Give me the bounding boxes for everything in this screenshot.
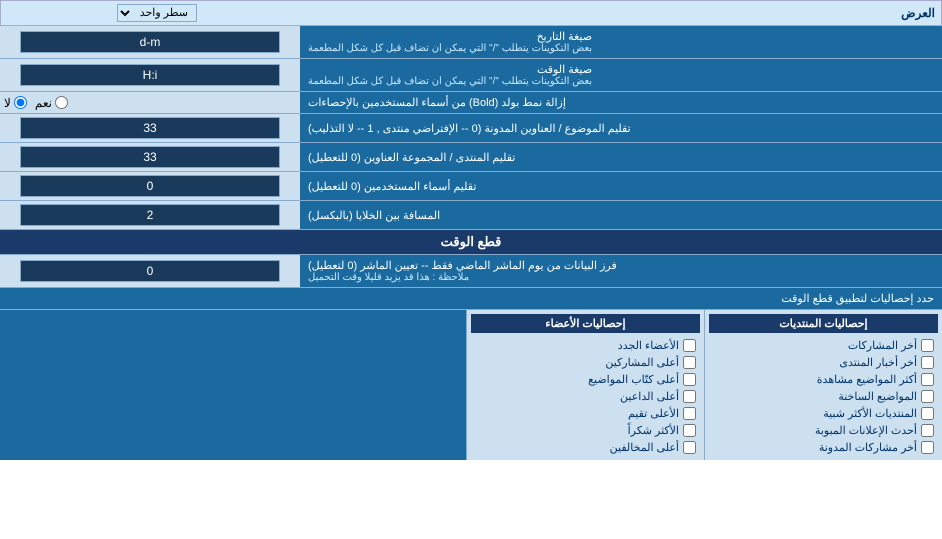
stats-columns: إحصاليات المنتديات أخر المشاركات أخر أخب… — [0, 310, 942, 460]
time-format-label: صيغة الوقت بعض التكوينات يتطلب "/" التي … — [300, 59, 942, 91]
header-label: العرض — [307, 6, 935, 20]
bold-remove-row: إزالة نمط بولد (Bold) من أسماء المستخدمي… — [0, 92, 942, 114]
stat-member-checkbox-7[interactable] — [683, 441, 696, 454]
stats-apply-header: حدد إحصاليات لتطبيق قطع الوقت — [0, 288, 942, 310]
date-format-input[interactable] — [20, 31, 280, 53]
time-cut-header: قطع الوقت — [0, 230, 942, 255]
forum-sort-label: تقليم المنتدى / المجموعة العناوين (0 للت… — [300, 143, 942, 171]
stat-item-1: أخر المشاركات — [709, 337, 938, 354]
stat-member-checkbox-3[interactable] — [683, 373, 696, 386]
stat-member-item-7: أعلى المخالفين — [471, 439, 700, 456]
stat-item-4: المواضيع الساخنة — [709, 388, 938, 405]
stat-member-checkbox-1[interactable] — [683, 339, 696, 352]
stat-member-checkbox-4[interactable] — [683, 390, 696, 403]
cell-spacing-row: المسافة بين الخلايا (بالبكسل) — [0, 201, 942, 230]
top-header-row: العرض سطر واحد سطرين ثلاثة أسطر — [0, 0, 942, 26]
stat-member-checkbox-2[interactable] — [683, 356, 696, 369]
display-mode-dropdown[interactable]: سطر واحد سطرين ثلاثة أسطر — [117, 4, 197, 22]
stat-item-2: أخر أخبار المنتدى — [709, 354, 938, 371]
stat-checkbox-4[interactable] — [921, 390, 934, 403]
stat-member-item-6: الأكثر شكراً — [471, 422, 700, 439]
cell-spacing-input-cell — [0, 201, 300, 229]
stats-col-forums: إحصاليات المنتديات أخر المشاركات أخر أخب… — [704, 310, 942, 460]
stats-col-members-header: إحصاليات الأعضاء — [471, 314, 700, 333]
stat-member-item-1: الأعضاء الجدد — [471, 337, 700, 354]
user-sort-row: تقليم أسماء المستخدمين (0 للتعطيل) — [0, 172, 942, 201]
stat-member-checkbox-6[interactable] — [683, 424, 696, 437]
user-sort-input-cell — [0, 172, 300, 200]
stat-member-item-5: الأعلى تقيم — [471, 405, 700, 422]
stat-checkbox-6[interactable] — [921, 424, 934, 437]
date-format-row: صيغة التاريخ بعض التكوينات يتطلب "/" الت… — [0, 26, 942, 59]
radio-yes[interactable] — [55, 96, 68, 109]
topic-sort-row: تقليم الموضوع / العناوين المدونة (0 -- ا… — [0, 114, 942, 143]
time-format-row: صيغة الوقت بعض التكوينات يتطلب "/" التي … — [0, 59, 942, 92]
time-format-input[interactable] — [20, 64, 280, 86]
stat-member-item-2: أعلى المشاركين — [471, 354, 700, 371]
time-cut-input[interactable] — [20, 260, 280, 282]
stat-item-6: أحدث الإعلانات المبوبة — [709, 422, 938, 439]
radio-no[interactable] — [14, 96, 27, 109]
stat-member-item-4: أعلى الداعين — [471, 388, 700, 405]
cell-spacing-label: المسافة بين الخلايا (بالبكسل) — [300, 201, 942, 229]
radio-yes-label[interactable]: نعم — [35, 96, 68, 110]
topic-sort-input[interactable] — [20, 117, 280, 139]
date-format-input-cell — [0, 26, 300, 58]
stat-member-checkbox-5[interactable] — [683, 407, 696, 420]
stat-item-7: أخر مشاركات المدونة — [709, 439, 938, 456]
user-sort-input[interactable] — [20, 175, 280, 197]
main-container: العرض سطر واحد سطرين ثلاثة أسطر صيغة الت… — [0, 0, 942, 460]
stat-checkbox-7[interactable] — [921, 441, 934, 454]
cell-spacing-input[interactable] — [20, 204, 280, 226]
user-sort-label: تقليم أسماء المستخدمين (0 للتعطيل) — [300, 172, 942, 200]
stat-member-item-3: أعلى كتّاب المواضيع — [471, 371, 700, 388]
stat-checkbox-3[interactable] — [921, 373, 934, 386]
stat-checkbox-1[interactable] — [921, 339, 934, 352]
time-format-input-cell — [0, 59, 300, 91]
topic-sort-label: تقليم الموضوع / العناوين المدونة (0 -- ا… — [300, 114, 942, 142]
forum-sort-input[interactable] — [20, 146, 280, 168]
stats-col-members: إحصاليات الأعضاء الأعضاء الجدد أعلى المش… — [466, 310, 704, 460]
time-cut-input-cell — [0, 255, 300, 287]
bold-remove-control: نعم لا — [0, 92, 300, 113]
forum-sort-row: تقليم المنتدى / المجموعة العناوين (0 للت… — [0, 143, 942, 172]
header-control: سطر واحد سطرين ثلاثة أسطر — [7, 4, 307, 22]
stat-checkbox-2[interactable] — [921, 356, 934, 369]
stats-col-extra — [0, 310, 466, 460]
stats-col-forums-header: إحصاليات المنتديات — [709, 314, 938, 333]
stat-item-5: المنتديات الأكثر شبية — [709, 405, 938, 422]
radio-no-label[interactable]: لا — [4, 96, 27, 110]
stat-item-3: أكثر المواضيع مشاهدة — [709, 371, 938, 388]
date-format-label: صيغة التاريخ بعض التكوينات يتطلب "/" الت… — [300, 26, 942, 58]
time-cut-row: فرز البيانات من يوم الماشر الماضي فقط --… — [0, 255, 942, 288]
topic-sort-input-cell — [0, 114, 300, 142]
time-cut-label: فرز البيانات من يوم الماشر الماضي فقط --… — [300, 255, 942, 287]
bold-remove-label: إزالة نمط بولد (Bold) من أسماء المستخدمي… — [300, 92, 942, 113]
forum-sort-input-cell — [0, 143, 300, 171]
stat-checkbox-5[interactable] — [921, 407, 934, 420]
